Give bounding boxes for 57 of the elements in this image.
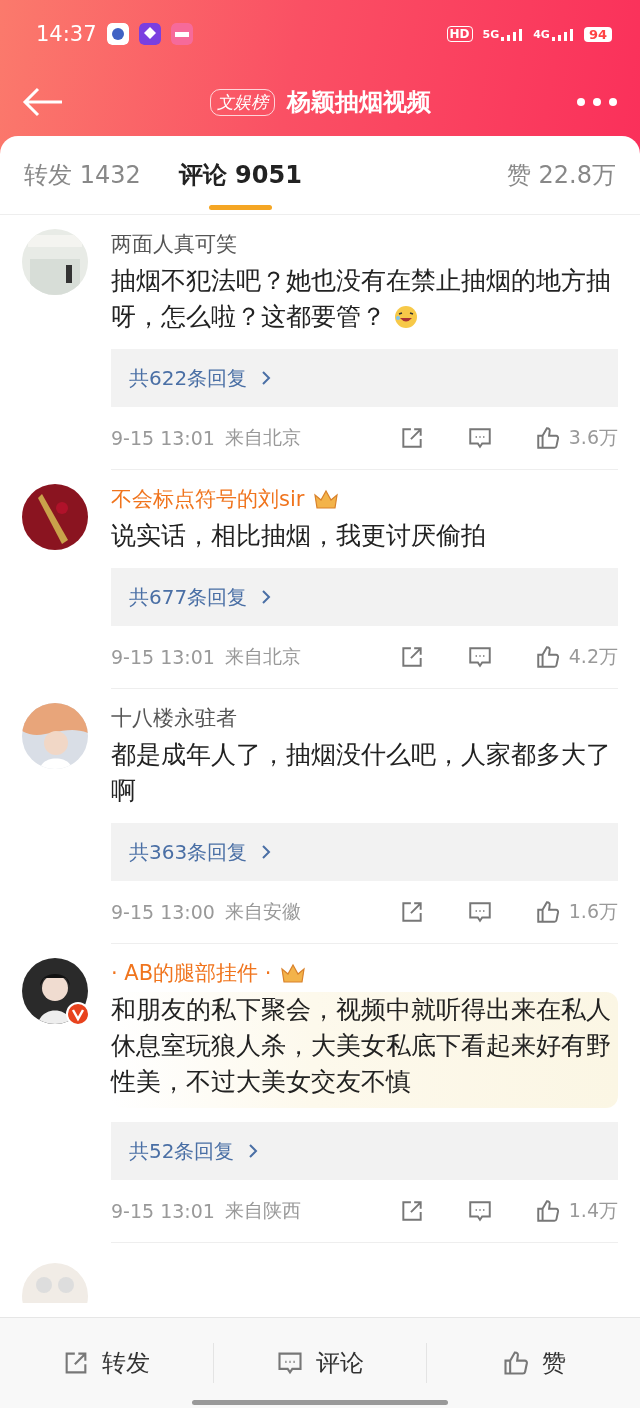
- comment-text: 抽烟不犯法吧？她也没有在禁止抽烟的地方抽呀，怎么啦？这都要管？: [111, 265, 612, 333]
- tab[interactable]: 赞 22.8万: [506, 136, 616, 214]
- app-icon: [106, 23, 129, 45]
- replies-link[interactable]: 共52条回复: [111, 1122, 618, 1180]
- comment-location: 来自北京: [224, 644, 301, 669]
- app-icon: [138, 23, 161, 45]
- comment-icon[interactable]: [466, 644, 493, 670]
- comment-time: 9-15 13:01: [111, 427, 215, 449]
- more-icon[interactable]: [576, 97, 618, 107]
- chevron-right-icon: [248, 1142, 259, 1159]
- replies-link[interactable]: 共622条回复: [111, 349, 618, 407]
- battery-level: 94: [583, 26, 612, 42]
- chevron-right-icon: [261, 843, 272, 860]
- like-count: 3.6万: [568, 425, 618, 450]
- thumbs-up-icon[interactable]: [501, 1349, 530, 1377]
- back-icon[interactable]: [22, 87, 64, 117]
- user-name[interactable]: 不会标点符号的刘sir: [111, 485, 305, 513]
- thumbs-up-icon[interactable]: [534, 644, 561, 670]
- toolbar-button[interactable]: 转发: [0, 1338, 213, 1388]
- ranking-badge: 文娱榜: [209, 88, 275, 116]
- network-label: 4G: [533, 27, 550, 41]
- thumbs-up-icon[interactable]: [534, 899, 561, 925]
- app-icon: [170, 23, 193, 45]
- comment-icon[interactable]: [466, 425, 493, 451]
- comment-location: 来自安徽: [224, 899, 301, 924]
- tab[interactable]: 评论 9051: [178, 136, 302, 214]
- user-name[interactable]: 十八楼永驻者: [111, 704, 237, 732]
- chevron-right-icon: [261, 369, 272, 386]
- comment-text: 说实话，相比抽烟，我更讨厌偷拍: [111, 520, 487, 552]
- user-name[interactable]: 两面人真可笑: [111, 230, 237, 258]
- comment-text: 和朋友的私下聚会，视频中就听得出来在私人休息室玩狼人杀，大美女私底下看起来好有野性美，不过大美女交友不慎: [111, 992, 618, 1108]
- like-count: 1.6万: [568, 899, 618, 924]
- thumbs-up-icon[interactable]: [534, 1198, 561, 1224]
- comment-location: 来自陕西: [224, 1198, 301, 1223]
- comment-icon[interactable]: [466, 899, 493, 925]
- user-name[interactable]: · AB的腿部挂件 ·: [111, 959, 272, 987]
- status-time: 14:37: [36, 22, 97, 46]
- thumbs-up-icon[interactable]: [534, 425, 561, 451]
- network-label: 5G: [482, 27, 500, 41]
- page-title: 杨颖抽烟视频: [286, 87, 431, 118]
- like-count: 4.2万: [568, 644, 618, 669]
- tab[interactable]: 转发 1432: [24, 136, 141, 214]
- comment-text: 都是成年人了，抽烟没什么吧，人家都多大了啊: [111, 739, 612, 807]
- replies-link[interactable]: 共363条回复: [111, 823, 618, 881]
- replies-link[interactable]: 共677条回复: [111, 568, 618, 626]
- comment-time: 9-15 13:00: [111, 901, 215, 923]
- like-count: 1.4万: [568, 1198, 618, 1223]
- toolbar-button[interactable]: 赞: [427, 1338, 640, 1388]
- comment-icon[interactable]: [466, 1198, 493, 1224]
- signal-icon: [501, 28, 524, 41]
- comment-time: 9-15 13:01: [111, 646, 215, 668]
- toolbar-button[interactable]: 评论: [213, 1338, 427, 1388]
- signal-icon: [551, 28, 574, 41]
- comment-location: 来自北京: [224, 425, 301, 450]
- hd-indicator: HD: [446, 26, 473, 42]
- chevron-right-icon: [261, 588, 272, 605]
- comment-time: 9-15 13:01: [111, 1200, 215, 1222]
